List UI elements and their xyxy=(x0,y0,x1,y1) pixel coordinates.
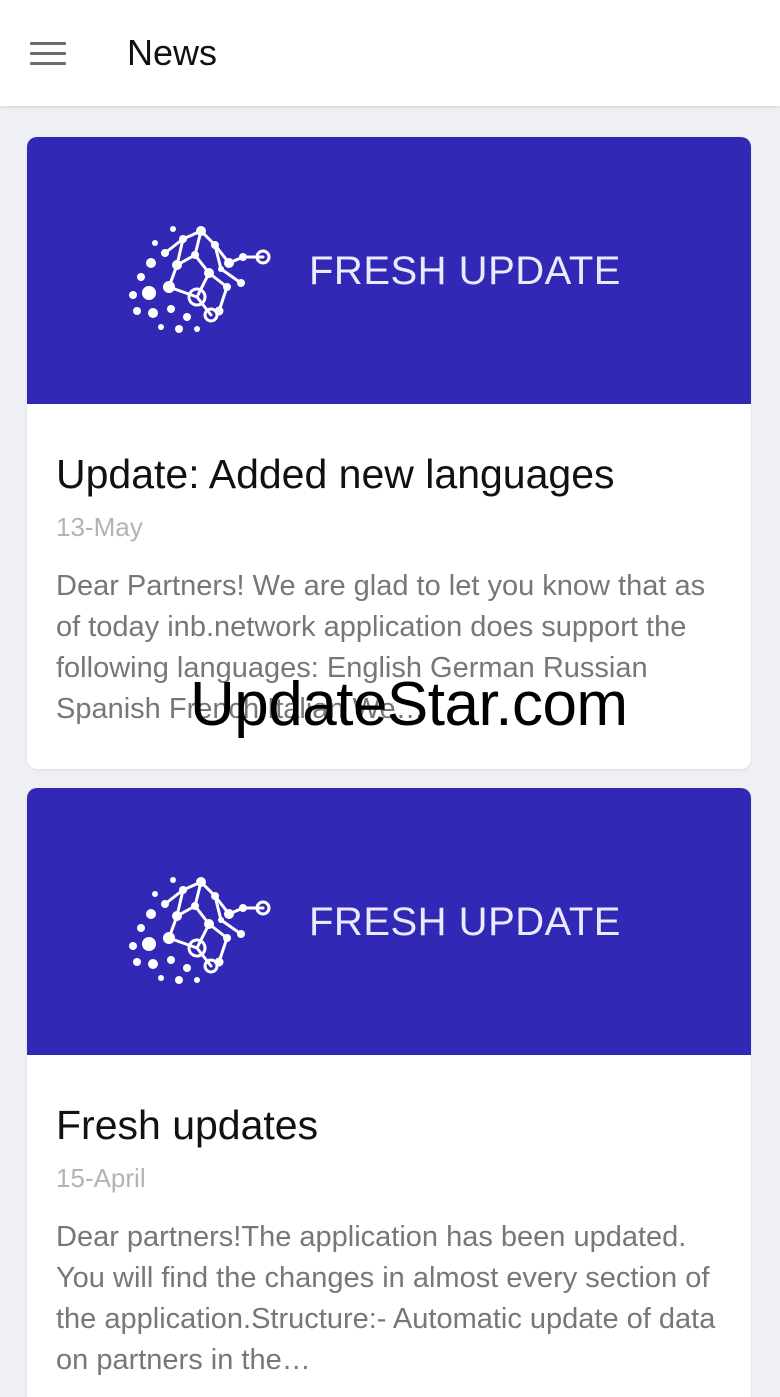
news-banner: FRESH UPDATE xyxy=(27,788,751,1055)
app-bar: News xyxy=(0,0,780,106)
news-date: 15-April xyxy=(56,1163,146,1193)
network-brain-logo xyxy=(129,226,271,333)
banner-text: FRESH UPDATE xyxy=(309,249,621,293)
card-body: Fresh updates 15-April Dear partners!The… xyxy=(27,1099,751,1381)
news-title[interactable]: Fresh updates xyxy=(56,1099,722,1151)
watermark: UpdateStar.com xyxy=(190,670,628,739)
banner-text: FRESH UPDATE xyxy=(309,900,621,944)
hamburger-menu-icon[interactable] xyxy=(28,36,68,70)
page-title: News xyxy=(127,32,218,73)
news-feed[interactable]: FRESH UPDATE Update: Added new languages… xyxy=(0,106,780,1397)
news-excerpt: Dear partners!The application has been u… xyxy=(56,1221,716,1376)
news-date: 13-May xyxy=(56,512,143,542)
network-brain-logo xyxy=(129,877,271,984)
news-banner: FRESH UPDATE xyxy=(27,137,751,404)
news-title[interactable]: Update: Added new languages xyxy=(56,448,722,500)
news-card[interactable]: FRESH UPDATE Fresh updates 15-April Dear… xyxy=(27,788,751,1397)
